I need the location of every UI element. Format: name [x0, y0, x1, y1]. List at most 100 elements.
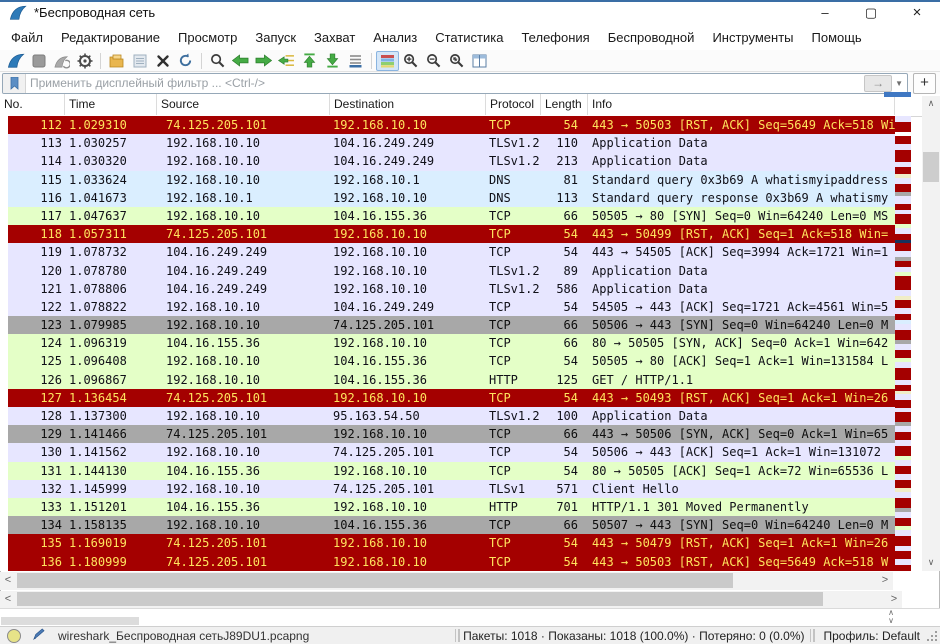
auto-scroll-icon[interactable]	[344, 51, 367, 71]
capture-filename[interactable]: wireshark_Беспроводная сетьJ89DU1.pcapng	[58, 629, 309, 643]
packet-row-131[interactable]: 1311.144130104.16.155.36192.168.10.10TCP…	[0, 462, 895, 480]
packet-row-113[interactable]: 1131.030257192.168.10.10104.16.249.249TL…	[0, 134, 895, 152]
zoom-normal-icon[interactable]	[445, 51, 468, 71]
minimap-stripe	[895, 150, 911, 162]
packet-row-120[interactable]: 1201.078780104.16.249.249192.168.10.10TL…	[0, 262, 895, 280]
packet-cell-len: 54	[541, 534, 578, 552]
save-file-icon[interactable]	[128, 51, 151, 71]
profile-label[interactable]: Профиль: Default	[824, 629, 921, 643]
go-to-packet-icon[interactable]	[275, 51, 298, 71]
vertical-scrollbar-thumb[interactable]	[923, 152, 939, 182]
menu-item-8[interactable]: Беспроводной	[599, 26, 704, 49]
filter-dropdown-caret-icon[interactable]: ▼	[893, 79, 907, 88]
open-file-icon[interactable]	[105, 51, 128, 71]
column-header-no[interactable]: No.	[0, 94, 65, 115]
zoom-in-icon[interactable]	[399, 51, 422, 71]
hscrollbar-thumb[interactable]	[17, 573, 733, 588]
column-header-destination[interactable]: Destination	[330, 94, 486, 115]
packet-row-136[interactable]: 1361.18099974.125.205.101192.168.10.10TC…	[0, 553, 895, 571]
find-packet-icon[interactable]	[206, 51, 229, 71]
scroll-left-icon[interactable]: <	[0, 572, 16, 590]
packet-row-128[interactable]: 1281.137300192.168.10.1095.163.54.50TLSv…	[0, 407, 895, 425]
packet-row-129[interactable]: 1291.14146674.125.205.101192.168.10.10TC…	[0, 425, 895, 443]
go-back-icon[interactable]	[229, 51, 252, 71]
display-filter-input[interactable]	[26, 76, 864, 90]
go-forward-icon[interactable]	[252, 51, 275, 71]
restart-capture-icon[interactable]	[50, 51, 73, 71]
add-filter-button[interactable]: +	[913, 73, 936, 94]
menu-item-0[interactable]: Файл	[2, 26, 52, 49]
packet-row-114[interactable]: 1141.030320192.168.10.10104.16.249.249TL…	[0, 152, 895, 170]
packet-row-122[interactable]: 1221.078822192.168.10.10104.16.249.249TC…	[0, 298, 895, 316]
capture-options-icon[interactable]	[73, 51, 96, 71]
packet-row-132[interactable]: 1321.145999192.168.10.1074.125.205.101TL…	[0, 480, 895, 498]
packet-row-121[interactable]: 1211.078806104.16.249.249192.168.10.10TL…	[0, 280, 895, 298]
start-capture-icon[interactable]	[4, 51, 27, 71]
packet-cell-time: 1.041673	[69, 189, 161, 207]
collapsed-pane: ∧∨	[0, 608, 940, 627]
column-header-length[interactable]: Length	[541, 94, 588, 115]
menu-item-6[interactable]: Статистика	[426, 26, 512, 49]
packet-row-130[interactable]: 1301.141562192.168.10.1074.125.205.101TC…	[0, 443, 895, 461]
menu-item-7[interactable]: Телефония	[512, 26, 598, 49]
packet-row-115[interactable]: 1151.033624192.168.10.10192.168.10.1DNS8…	[0, 171, 895, 189]
packet-row-135[interactable]: 1351.16901974.125.205.101192.168.10.10TC…	[0, 534, 895, 552]
packet-cell-len: 66	[541, 207, 578, 225]
maximize-button[interactable]: ▢	[848, 2, 894, 24]
scroll-left-icon[interactable]: <	[0, 591, 16, 608]
column-header-time[interactable]: Time	[65, 94, 157, 115]
packet-row-125[interactable]: 1251.096408192.168.10.10104.16.155.36TCP…	[0, 352, 895, 370]
menu-item-5[interactable]: Анализ	[364, 26, 426, 49]
packet-row-116[interactable]: 1161.041673192.168.10.1192.168.10.10DNS1…	[0, 189, 895, 207]
minimize-button[interactable]: –	[802, 2, 848, 24]
zoom-out-icon[interactable]	[422, 51, 445, 71]
packet-row-112[interactable]: 1121.02931074.125.205.101192.168.10.10TC…	[0, 116, 895, 134]
apply-filter-button[interactable]: →	[864, 75, 892, 92]
packet-row-119[interactable]: 1191.078732104.16.249.249192.168.10.10TC…	[0, 243, 895, 261]
hscrollbar-thumb[interactable]	[17, 592, 823, 606]
stop-capture-icon[interactable]	[27, 51, 50, 71]
column-header-info[interactable]: Info	[588, 94, 895, 115]
packet-row-133[interactable]: 1331.151201104.16.155.36192.168.10.10HTT…	[0, 498, 895, 516]
packet-row-126[interactable]: 1261.096867192.168.10.10104.16.155.36HTT…	[0, 371, 895, 389]
capture-comment-icon[interactable]	[32, 628, 45, 644]
reload-file-icon[interactable]	[174, 51, 197, 71]
go-first-packet-icon[interactable]	[298, 51, 321, 71]
packet-row-118[interactable]: 1181.05731174.125.205.101192.168.10.10TC…	[0, 225, 895, 243]
packet-row-124[interactable]: 1241.096319104.16.155.36192.168.10.10TCP…	[0, 334, 895, 352]
column-header-protocol[interactable]: Protocol	[486, 94, 541, 115]
menu-item-9[interactable]: Инструменты	[703, 26, 802, 49]
packet-cell-info: 50506 → 443 [SYN] Seq=0 Win=64240 Len=0 …	[592, 316, 895, 334]
scroll-down-icon[interactable]: ∨	[922, 555, 940, 571]
packet-list-hscrollbar[interactable]: < >	[0, 572, 893, 590]
expert-info-icon[interactable]	[7, 629, 21, 643]
packet-row-123[interactable]: 1231.079985192.168.10.1074.125.205.101TC…	[0, 316, 895, 334]
column-header-source[interactable]: Source	[157, 94, 330, 115]
collapsed-pane-scroll-arrows[interactable]: ∧∨	[884, 609, 898, 627]
detail-pane-hscrollbar[interactable]: < >	[0, 591, 902, 608]
close-button[interactable]: ×	[894, 2, 940, 24]
resize-columns-icon[interactable]	[468, 51, 491, 71]
menu-item-10[interactable]: Помощь	[803, 26, 871, 49]
collapsed-pane-scrollbar-thumb[interactable]	[1, 617, 139, 625]
scroll-down-icon[interactable]: ∨	[888, 616, 894, 625]
vertical-scrollbar[interactable]: ∧ ∨	[922, 96, 940, 571]
go-last-packet-icon[interactable]	[321, 51, 344, 71]
menu-item-3[interactable]: Запуск	[246, 26, 305, 49]
scroll-right-icon[interactable]: >	[877, 572, 893, 590]
colorize-packets-icon[interactable]	[376, 51, 399, 71]
menu-item-1[interactable]: Редактирование	[52, 26, 169, 49]
menu-item-2[interactable]: Просмотр	[169, 26, 246, 49]
packet-cell-dst: 192.168.10.10	[333, 116, 485, 134]
menu-item-4[interactable]: Захват	[305, 26, 364, 49]
scroll-right-icon[interactable]: >	[886, 591, 902, 608]
close-file-icon[interactable]	[151, 51, 174, 71]
scroll-up-icon[interactable]: ∧	[922, 96, 940, 112]
packet-row-127[interactable]: 1271.13645474.125.205.101192.168.10.10TC…	[0, 389, 895, 407]
packet-cell-time: 1.136454	[69, 389, 161, 407]
resize-grip[interactable]	[926, 630, 938, 642]
packet-minimap[interactable]	[895, 116, 911, 571]
packet-row-134[interactable]: 1341.158135192.168.10.10104.16.155.36TCP…	[0, 516, 895, 534]
filter-bookmark-icon[interactable]	[3, 74, 26, 93]
packet-row-117[interactable]: 1171.047637192.168.10.10104.16.155.36TCP…	[0, 207, 895, 225]
